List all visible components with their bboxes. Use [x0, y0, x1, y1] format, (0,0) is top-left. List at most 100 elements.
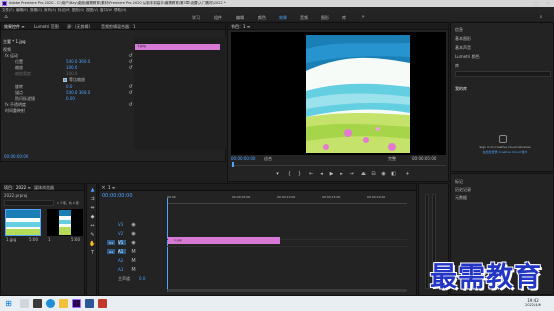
ec-row-anchor[interactable]: 锚点	[15, 90, 55, 95]
ec-scale-value[interactable]: 100.0	[66, 65, 96, 70]
premiere-taskbar-icon[interactable]	[72, 299, 81, 308]
lift-icon[interactable]: ⏏	[360, 170, 367, 177]
add-marker-icon[interactable]: ▾	[274, 170, 281, 177]
workspace-audio[interactable]: 音频	[300, 15, 312, 20]
project-search-field[interactable]	[4, 200, 54, 206]
ec-row-opacity[interactable]: fx 不透明度	[5, 102, 45, 107]
timeline-clip[interactable]: 1.jpg	[168, 237, 280, 244]
reset-position-icon[interactable]: ↺	[128, 59, 133, 65]
ec-row-position[interactable]: 位置	[15, 59, 55, 64]
program-scrubber[interactable]	[231, 162, 446, 166]
a2-mute-icon[interactable]: M	[131, 258, 136, 264]
track-select-tool-icon[interactable]: ⇉	[89, 196, 96, 203]
pen-tool-icon[interactable]: ✎	[89, 232, 96, 239]
comparison-view-icon[interactable]: ◧	[390, 170, 397, 177]
tab-project[interactable]: 项目：2022 ≡	[4, 185, 32, 190]
minimize-icon[interactable]: –	[520, 0, 530, 7]
master-track-value[interactable]: 0.0	[139, 276, 151, 281]
reset-rotation-icon[interactable]: ↺	[128, 84, 133, 90]
play-icon[interactable]: ▶	[328, 170, 335, 177]
v1-eye-icon[interactable]: ◉	[131, 240, 136, 246]
start-icon[interactable]: ⊞	[4, 299, 13, 308]
right-item-metadata[interactable]: 元数据	[455, 195, 495, 200]
tab-lumetri-scopes[interactable]: Lumetri 范围	[34, 24, 64, 29]
step-forward-icon[interactable]: ▸	[338, 170, 345, 177]
libraries-search-field[interactable]	[455, 71, 551, 77]
uniform-scale-checkbox[interactable]	[63, 78, 67, 82]
razor-tool-icon[interactable]: ◆	[89, 214, 96, 221]
maximize-icon[interactable]: □	[531, 0, 541, 7]
tab-media-browser[interactable]: 媒体浏览器	[34, 185, 64, 190]
track-label-a2[interactable]: A2	[118, 258, 126, 263]
app-taskbar-icon[interactable]	[98, 299, 107, 308]
right-item-essential-sound[interactable]: 基本声音	[455, 45, 515, 50]
right-item-lumetri-color[interactable]: Lumetri 颜色	[455, 54, 515, 59]
fit-dropdown[interactable]: 适合	[264, 156, 280, 161]
track-label-v2[interactable]: V2	[118, 231, 126, 236]
workspace-edit[interactable]: 编辑	[236, 15, 248, 20]
hand-tool-icon[interactable]: ✋	[89, 241, 96, 248]
step-back-icon[interactable]: ◂	[318, 170, 325, 177]
project-item-thumb-2[interactable]	[47, 209, 83, 236]
workspace-libraries[interactable]: 库	[342, 15, 354, 20]
edge-icon[interactable]	[46, 299, 55, 308]
right-item-essential-graphics[interactable]: 基本图形	[455, 36, 515, 41]
ec-row-antiflicker[interactable]: 防闪烁滤镜	[15, 96, 55, 101]
ec-timecode[interactable]: 00:00:00:00	[4, 154, 44, 159]
workspace-learn[interactable]: 学习	[192, 15, 204, 20]
slip-tool-icon[interactable]: ↔	[89, 223, 96, 230]
word-icon[interactable]	[85, 299, 94, 308]
v2-eye-icon[interactable]: ◉	[131, 231, 136, 237]
mark-out-icon[interactable]: }	[296, 170, 303, 177]
ec-row-time-remap[interactable]: 时间重映射	[5, 108, 45, 113]
ec-row-motion[interactable]: fx 运动	[5, 53, 45, 58]
file-explorer-icon[interactable]	[59, 299, 68, 308]
ripple-edit-tool-icon[interactable]: ⇹	[89, 205, 96, 212]
quality-dropdown[interactable]: 完整	[388, 156, 404, 161]
export-frame-icon[interactable]: ◉	[380, 170, 387, 177]
v1-source-patch-icon[interactable]: V1	[107, 240, 115, 245]
close-icon[interactable]: ×	[542, 0, 554, 7]
search-taskbar-icon[interactable]	[20, 299, 29, 308]
right-item-history[interactable]: 历史记录	[455, 187, 495, 192]
track-label-v3[interactable]: V3	[118, 222, 126, 227]
timeline-scrollbar[interactable]	[167, 289, 407, 292]
clip-selector[interactable]: 主要 * 1.jpg	[3, 39, 43, 44]
ec-anchor-value[interactable]: 540.0 360.0	[66, 90, 106, 95]
go-to-in-icon[interactable]: ⇤	[308, 170, 315, 177]
right-item-libraries[interactable]: 库	[455, 63, 515, 68]
reset-opacity-icon[interactable]: ↺	[128, 102, 133, 108]
libraries-tab[interactable]: 我的库	[455, 86, 495, 91]
task-view-icon[interactable]	[33, 299, 42, 308]
type-tool-icon[interactable]: T	[89, 250, 96, 257]
timeline-close-icon[interactable]: ×	[101, 185, 106, 191]
track-label-a3[interactable]: A3	[118, 267, 126, 272]
ec-rotation-value[interactable]: 0.0	[66, 84, 96, 89]
v3-eye-icon[interactable]: ◉	[131, 222, 136, 228]
workspace-effects[interactable]: 效果	[279, 15, 291, 20]
a1-mute-icon[interactable]: M	[131, 249, 136, 255]
selection-tool-icon[interactable]: ▲	[89, 187, 96, 194]
ec-antiflicker-value[interactable]: 0.00	[66, 96, 96, 101]
program-playhead[interactable]	[232, 162, 234, 167]
track-label-v1[interactable]: V1	[118, 240, 126, 245]
go-to-out-icon[interactable]: ⇥	[348, 170, 355, 177]
button-editor-icon[interactable]: +	[404, 170, 411, 177]
ec-position-value[interactable]: 540.0 360.0	[66, 59, 106, 64]
right-item-info[interactable]: 信息	[455, 27, 515, 32]
ec-row-rotation[interactable]: 旋转	[15, 84, 55, 89]
program-monitor-title[interactable]: 节目：1 ≡	[231, 24, 261, 29]
a3-mute-icon[interactable]: M	[131, 267, 136, 273]
workspaces-more-icon[interactable]: »	[360, 14, 366, 20]
project-item-thumb-1[interactable]	[5, 209, 41, 236]
timeline-tab[interactable]: 1 ≡	[108, 185, 122, 190]
ec-row-scale[interactable]: 缩放	[15, 65, 55, 70]
home-icon[interactable]: ⌂	[3, 14, 9, 20]
mark-in-icon[interactable]: {	[286, 170, 293, 177]
reset-scale-icon[interactable]: ↺	[128, 65, 133, 71]
search-icon[interactable]: ⌕	[538, 14, 544, 20]
timeline-timecode[interactable]: 00:00:00:00	[102, 193, 142, 199]
tab-source[interactable]: 源：(无剪辑)	[67, 24, 97, 29]
timeline-ruler[interactable]	[167, 200, 407, 204]
a1-source-patch-icon[interactable]: A1	[107, 249, 115, 254]
